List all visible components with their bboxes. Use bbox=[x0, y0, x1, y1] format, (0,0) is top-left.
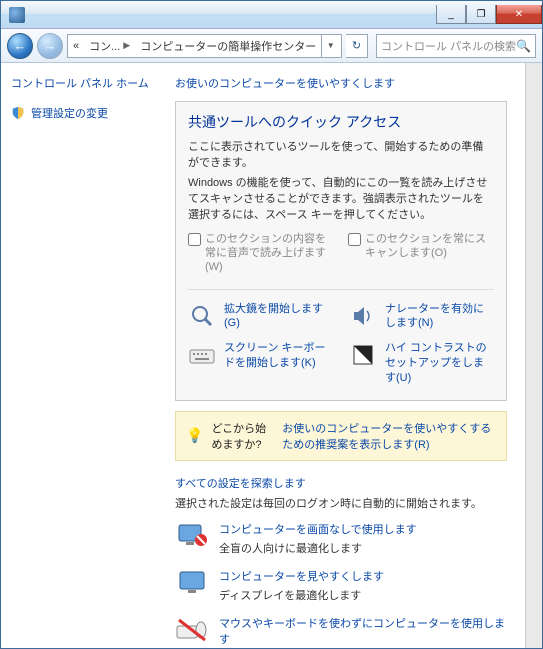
tool-label: ナレーターを有効にします(N) bbox=[385, 302, 494, 332]
explore-heading: すべての設定を探索します bbox=[175, 475, 507, 491]
bulb-icon: 💡 bbox=[186, 427, 203, 444]
navbar: ← → « コン...▶ コンピューターの簡単操作センター ▼ ↻ コントロール… bbox=[1, 29, 542, 63]
window: _ ❐ ✕ ← → « コン...▶ コンピューターの簡単操作センター ▼ ↻ … bbox=[0, 0, 543, 649]
setting-link[interactable]: コンピューターを見やすくします bbox=[219, 568, 384, 584]
tip-question: どこから始めますか? bbox=[211, 420, 274, 452]
breadcrumb-chevrons-icon: « bbox=[68, 40, 84, 52]
checkbox-input[interactable] bbox=[348, 233, 361, 246]
magnifier-icon bbox=[188, 302, 216, 330]
checkbox-input[interactable] bbox=[188, 233, 201, 246]
minimize-button[interactable]: _ bbox=[436, 5, 466, 24]
contrast-icon bbox=[349, 341, 377, 369]
panel-title: 共通ツールへのクイック アクセス bbox=[188, 112, 494, 132]
shield-icon bbox=[11, 106, 25, 120]
setting-desc: ディスプレイを最適化します bbox=[219, 587, 384, 603]
checkbox-row: このセクションの内容を常に音声で読み上げます(W) このセクションを常にスキャン… bbox=[188, 232, 494, 275]
panel-text: ここに表示されているツールを使って、開始するための準備ができます。 bbox=[188, 140, 494, 172]
tool-label: 拡大鏡を開始します(G) bbox=[224, 302, 333, 332]
sidebar-home-link[interactable]: コントロール パネル ホーム bbox=[11, 75, 159, 91]
intro-heading: お使いのコンピューターを使いやすくします bbox=[175, 75, 507, 91]
setting-link[interactable]: マウスやキーボードを使わずにコンピューターを使用します bbox=[219, 615, 507, 647]
scrollbar[interactable] bbox=[525, 63, 542, 648]
narrator-icon bbox=[349, 302, 377, 330]
explore-subtext: 選択された設定は毎回のログオン時に自動的に開始されます。 bbox=[175, 495, 507, 511]
breadcrumb-segment[interactable]: コンピューターの簡単操作センター bbox=[135, 38, 321, 54]
setting-link[interactable]: コンピューターを画面なしで使用します bbox=[219, 521, 417, 537]
main-content: お使いのコンピューターを使いやすくします 共通ツールへのクイック アクセス ここ… bbox=[169, 63, 525, 648]
monitor-off-icon bbox=[175, 521, 209, 551]
setting-no-mouse-kb: マウスやキーボードを使わずにコンピューターを使用します代替の入力デバイスをセット… bbox=[175, 615, 507, 648]
tool-magnifier[interactable]: 拡大鏡を開始します(G) bbox=[188, 302, 333, 332]
tool-label: スクリーン キーボードを開始します(K) bbox=[224, 341, 333, 386]
setting-desc: 全盲の人向けに最適化します bbox=[219, 540, 417, 556]
maximize-button[interactable]: ❐ bbox=[466, 5, 496, 24]
back-button[interactable]: ← bbox=[7, 33, 33, 59]
refresh-button[interactable]: ↻ bbox=[346, 34, 368, 58]
setting-see-easier: コンピューターを見やすくしますディスプレイを最適化します bbox=[175, 568, 507, 603]
search-input[interactable]: コントロール パネルの検索 🔍 bbox=[376, 34, 536, 58]
search-icon: 🔍 bbox=[516, 39, 531, 53]
setting-no-display: コンピューターを画面なしで使用します全盲の人向けに最適化します bbox=[175, 521, 507, 556]
keyboard-icon bbox=[188, 341, 216, 369]
sidebar-admin-link[interactable]: 管理設定の変更 bbox=[11, 105, 159, 121]
quick-access-panel: 共通ツールへのクイック アクセス ここに表示されているツールを使って、開始するた… bbox=[175, 101, 507, 401]
tool-contrast[interactable]: ハイ コントラストのセットアップをします(U) bbox=[349, 341, 494, 386]
tip-link[interactable]: お使いのコンピューターを使いやすくするための推奨案を表示します(R) bbox=[282, 420, 496, 452]
checkbox-scan[interactable]: このセクションを常にスキャンします(O) bbox=[348, 232, 494, 275]
monitor-icon bbox=[175, 568, 209, 598]
tool-osk[interactable]: スクリーン キーボードを開始します(K) bbox=[188, 341, 333, 386]
sidebar-admin-label: 管理設定の変更 bbox=[31, 105, 108, 121]
tool-label: ハイ コントラストのセットアップをします(U) bbox=[385, 341, 494, 386]
sidebar: コントロール パネル ホーム 管理設定の変更 bbox=[1, 63, 169, 648]
tool-grid: 拡大鏡を開始します(G) ナレーターを有効にします(N) スクリーン キーボード… bbox=[188, 289, 494, 386]
window-buttons: _ ❐ ✕ bbox=[436, 5, 542, 24]
no-input-icon bbox=[175, 615, 209, 645]
close-button[interactable]: ✕ bbox=[496, 5, 542, 24]
titlebar: _ ❐ ✕ bbox=[1, 1, 542, 29]
checkbox-read-aloud[interactable]: このセクションの内容を常に音声で読み上げます(W) bbox=[188, 232, 334, 275]
search-placeholder: コントロール パネルの検索 bbox=[381, 38, 516, 54]
tip-bar: 💡 どこから始めますか? お使いのコンピューターを使いやすくするための推奨案を表… bbox=[175, 411, 507, 461]
panel-text: Windows の機能を使って、自動的にこの一覧を読み上げさせてスキャンさせるこ… bbox=[188, 176, 494, 224]
body: コントロール パネル ホーム 管理設定の変更 お使いのコンピューターを使いやすく… bbox=[1, 63, 542, 648]
app-icon bbox=[9, 7, 25, 23]
forward-button[interactable]: → bbox=[37, 33, 63, 59]
breadcrumb-segment[interactable]: コン...▶ bbox=[84, 38, 135, 54]
breadcrumb-dropdown[interactable]: ▼ bbox=[321, 34, 339, 58]
breadcrumb[interactable]: « コン...▶ コンピューターの簡単操作センター ▼ bbox=[67, 34, 342, 58]
tool-narrator[interactable]: ナレーターを有効にします(N) bbox=[349, 302, 494, 332]
